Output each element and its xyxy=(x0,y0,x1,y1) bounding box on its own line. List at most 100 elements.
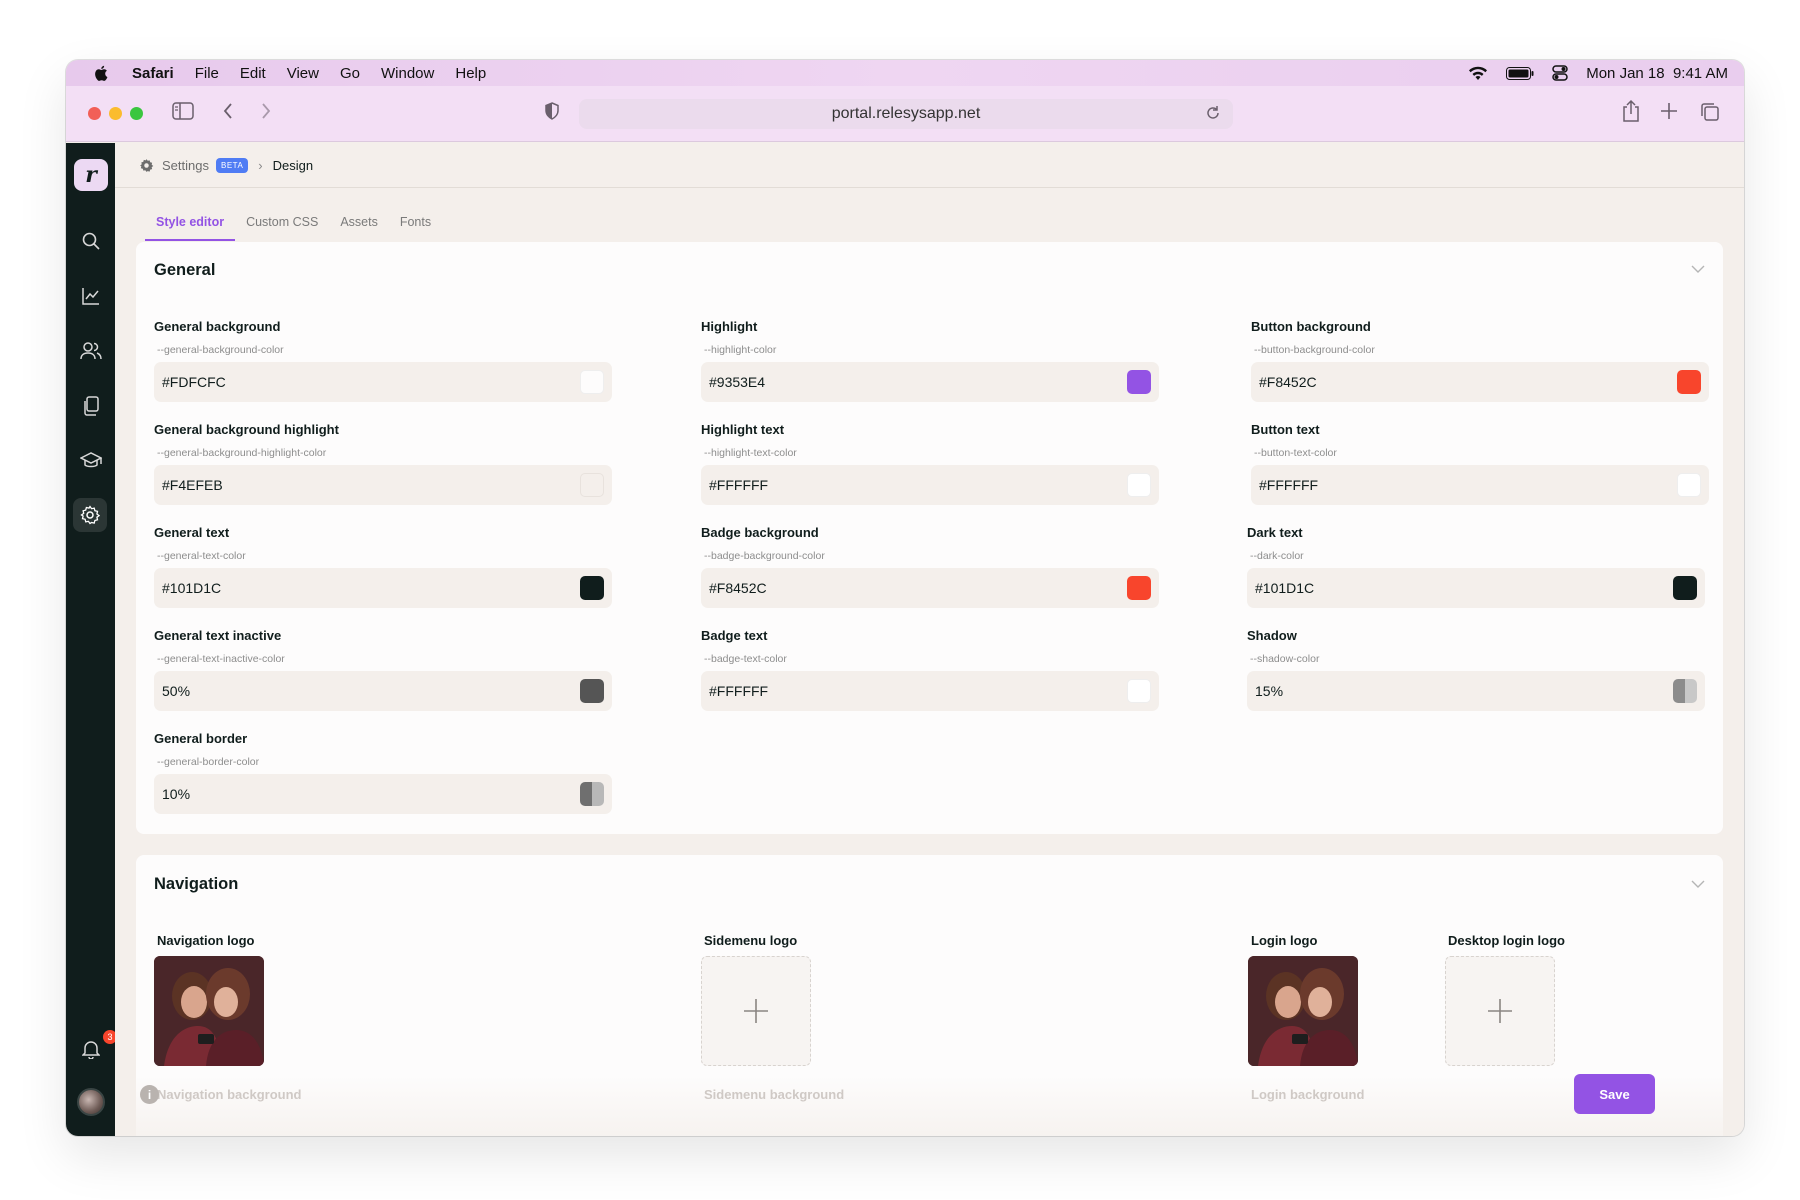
forward-icon[interactable] xyxy=(260,102,272,120)
color-swatch[interactable] xyxy=(580,370,604,394)
color-value: #FFFFFF xyxy=(1259,477,1319,493)
field-label: General text xyxy=(154,525,230,540)
tab-overview-icon[interactable] xyxy=(1700,102,1720,122)
login-background-label: Login background xyxy=(1251,1087,1365,1102)
general-background-highlight-field: General background highlight --general-b… xyxy=(154,422,612,505)
save-button[interactable]: Save xyxy=(1574,1074,1655,1114)
color-value: #FFFFFF xyxy=(709,683,769,699)
sidemenu-logo-label: Sidemenu logo xyxy=(704,933,798,948)
back-icon[interactable] xyxy=(222,102,234,120)
apple-icon[interactable] xyxy=(94,64,110,82)
field-variable: --button-text-color xyxy=(1254,447,1337,459)
general-border-field: General border --general-border-color 10… xyxy=(154,731,612,814)
color-input[interactable]: #F8452C xyxy=(1251,362,1709,402)
desktop-login-logo-upload[interactable] xyxy=(1445,956,1555,1066)
plus-icon xyxy=(1488,999,1512,1023)
color-swatch[interactable] xyxy=(1673,679,1697,703)
color-value: #101D1C xyxy=(1255,580,1315,596)
color-input[interactable]: #F4EFEB xyxy=(154,465,612,505)
chevron-down-icon[interactable] xyxy=(1691,879,1705,889)
field-label: General background xyxy=(154,319,281,334)
color-swatch[interactable] xyxy=(1673,576,1697,600)
reload-icon[interactable] xyxy=(1205,105,1221,121)
user-avatar[interactable] xyxy=(77,1088,105,1116)
menu-edit[interactable]: Edit xyxy=(240,65,266,82)
color-swatch[interactable] xyxy=(1127,473,1151,497)
color-swatch[interactable] xyxy=(1127,576,1151,600)
sidebar-item-analytics[interactable] xyxy=(78,283,104,309)
color-input[interactable]: #FDFCFC xyxy=(154,362,612,402)
tab-style-editor[interactable]: Style editor xyxy=(145,213,236,241)
opacity-input[interactable]: 15% xyxy=(1247,671,1705,711)
sidebar-item-pages[interactable] xyxy=(78,393,104,419)
color-swatch[interactable] xyxy=(1677,370,1701,394)
app-logo[interactable]: r xyxy=(74,159,108,191)
macos-menu-bar: Safari File Edit View Go Window Help Mon… xyxy=(66,60,1744,86)
color-swatch[interactable] xyxy=(1677,473,1701,497)
breadcrumb-settings[interactable]: Settings xyxy=(162,158,209,173)
login-logo-image[interactable] xyxy=(1248,956,1358,1066)
control-center-icon[interactable] xyxy=(1552,65,1568,81)
address-bar[interactable]: portal.relesysapp.net xyxy=(579,99,1233,129)
sidebar-item-academy[interactable] xyxy=(78,448,104,474)
menu-help[interactable]: Help xyxy=(455,65,486,82)
color-input[interactable]: #FFFFFF xyxy=(701,671,1159,711)
tab-fonts[interactable]: Fonts xyxy=(389,213,442,241)
chevron-down-icon[interactable] xyxy=(1691,264,1705,274)
color-swatch[interactable] xyxy=(1127,370,1151,394)
opacity-input[interactable]: 50% xyxy=(154,671,612,711)
close-window-button[interactable] xyxy=(88,107,101,120)
color-swatch[interactable] xyxy=(580,782,604,806)
color-input[interactable]: #101D1C xyxy=(1247,568,1705,608)
url-text: portal.relesysapp.net xyxy=(831,105,981,122)
highlight-text-field: Highlight text --highlight-text-color #F… xyxy=(701,422,1159,505)
color-input[interactable]: #101D1C xyxy=(154,568,612,608)
color-input[interactable]: #FFFFFF xyxy=(701,465,1159,505)
menu-go[interactable]: Go xyxy=(340,65,360,82)
bell-icon xyxy=(82,1041,100,1059)
analytics-icon xyxy=(82,288,99,305)
sidebar-toggle-icon[interactable] xyxy=(172,102,194,120)
wifi-icon[interactable] xyxy=(1468,66,1488,81)
color-swatch[interactable] xyxy=(580,473,604,497)
dark-text-field: Dark text --dark-color #101D1C xyxy=(1247,525,1705,608)
menu-view[interactable]: View xyxy=(287,65,319,82)
breadcrumb-current: Design xyxy=(272,157,314,173)
field-label: Highlight text xyxy=(701,422,785,437)
scroll-fade-overlay xyxy=(136,1075,1723,1136)
field-variable: --general-text-inactive-color xyxy=(157,653,285,665)
navigation-logo-image[interactable] xyxy=(154,956,264,1066)
color-swatch[interactable] xyxy=(580,576,604,600)
color-swatch[interactable] xyxy=(1127,679,1151,703)
share-icon[interactable] xyxy=(1622,99,1640,123)
opacity-value: 10% xyxy=(162,786,191,802)
tab-custom-css[interactable]: Custom CSS xyxy=(235,213,329,241)
field-label: Badge text xyxy=(701,628,768,643)
graduation-cap-icon xyxy=(80,452,102,468)
color-value: #101D1C xyxy=(162,580,222,596)
menu-app-name[interactable]: Safari xyxy=(132,65,174,82)
menu-bar-clock[interactable]: Mon Jan 18 9:41 AM xyxy=(1586,65,1728,82)
info-icon[interactable]: i xyxy=(140,1085,159,1104)
new-tab-icon[interactable] xyxy=(1660,102,1678,120)
sidebar-item-notifications[interactable]: 3 xyxy=(78,1030,117,1062)
color-swatch[interactable] xyxy=(580,679,604,703)
menu-file[interactable]: File xyxy=(195,65,219,82)
people-photo xyxy=(1248,956,1358,1066)
zoom-window-button[interactable] xyxy=(130,107,143,120)
opacity-input[interactable]: 10% xyxy=(154,774,612,814)
color-input[interactable]: #FFFFFF xyxy=(1251,465,1709,505)
sidebar-item-settings[interactable] xyxy=(73,498,107,532)
plus-icon xyxy=(744,999,768,1023)
minimize-window-button[interactable] xyxy=(109,107,122,120)
sidemenu-logo-upload[interactable] xyxy=(701,956,811,1066)
privacy-shield-icon[interactable] xyxy=(544,102,560,120)
sidebar-item-search[interactable] xyxy=(78,228,104,254)
menu-window[interactable]: Window xyxy=(381,65,434,82)
browser-toolbar: portal.relesysapp.net xyxy=(66,86,1744,142)
color-input[interactable]: #F8452C xyxy=(701,568,1159,608)
sidebar-item-users[interactable] xyxy=(78,338,104,364)
tab-assets[interactable]: Assets xyxy=(329,213,389,241)
battery-icon[interactable] xyxy=(1506,66,1534,80)
color-input[interactable]: #9353E4 xyxy=(701,362,1159,402)
